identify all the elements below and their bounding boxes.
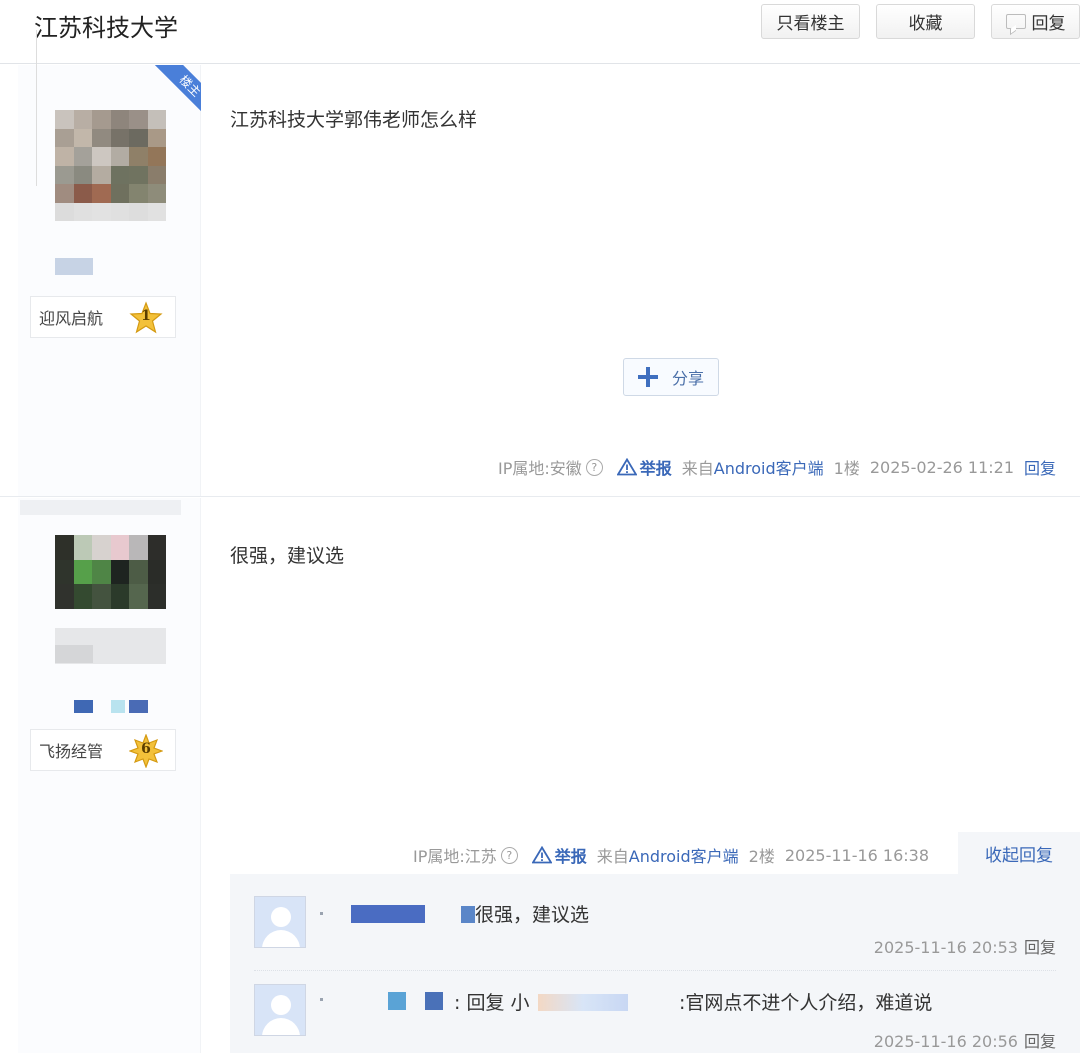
default-avatar-icon[interactable] — [254, 896, 306, 948]
blurred-username — [425, 992, 443, 1010]
sub-reply-time: 2025-11-16 20:56 — [873, 1032, 1018, 1051]
report-link[interactable]: 举报 — [531, 843, 587, 867]
sub-reply-link[interactable]: 回复 — [1024, 1032, 1056, 1051]
post-meta: IP属地:江苏 ? 举报 来自 Android客户端 2楼 2025-11-16… — [413, 843, 929, 867]
badge-name: 迎风启航 — [39, 309, 104, 328]
floor-number: 2楼 — [748, 847, 775, 866]
report-link[interactable]: 举报 — [616, 455, 672, 479]
badge-level: 6 — [141, 741, 151, 757]
post-time: 2025-11-16 16:38 — [784, 845, 930, 865]
owner-ribbon: 楼主 — [146, 65, 201, 120]
favorite-button[interactable]: 收藏 — [876, 4, 975, 39]
sub-reply-list: 很强，建议选 2025-11-16 20:53 回复 : 回复 小 :官网点不进个… — [230, 874, 1080, 1053]
reply-icon — [1005, 14, 1026, 29]
floor-reply-link[interactable]: 回复 — [1024, 455, 1056, 479]
sub-reply-time: 2025-11-16 20:53 — [873, 938, 1018, 957]
blurred-strip — [20, 500, 181, 515]
warning-icon — [616, 458, 637, 476]
blurred-username — [351, 905, 425, 923]
plus-icon — [637, 367, 658, 387]
sub-reply-link[interactable]: 回复 — [1024, 938, 1056, 957]
share-button[interactable]: 分享 — [623, 358, 719, 396]
floor-number: 1楼 — [833, 459, 860, 478]
blurred-username — [320, 912, 323, 915]
source-client-link[interactable]: Android客户端 — [629, 843, 739, 867]
member-badge[interactable]: 飞扬经管 6 — [30, 729, 176, 771]
blurred-tag — [129, 700, 148, 713]
post-content: 江苏科技大学郭伟老师怎么样 — [230, 109, 478, 131]
sub-reply-item: 很强，建议选 2025-11-16 20:53 回复 — [254, 896, 1056, 971]
source-prefix: 来自 — [596, 847, 629, 866]
blurred-username — [55, 258, 93, 275]
member-badge[interactable]: 迎风启航 1 — [30, 296, 176, 338]
sub-reply-item: : 回复 小 :官网点不进个人介绍，难道说 2025-11-16 20:56 回复 — [254, 984, 1056, 1053]
badge-name: 飞扬经管 — [39, 742, 104, 761]
share-label: 分享 — [671, 369, 704, 388]
blurred-username — [320, 998, 323, 1001]
sub-reply-text: :官网点不进个人介绍，难道说 — [679, 992, 933, 1014]
blurred-tag — [74, 700, 93, 713]
blurred-username — [388, 992, 406, 1010]
help-icon[interactable]: ? — [500, 846, 518, 864]
ip-location: IP属地:江苏 — [413, 847, 497, 866]
reply-button[interactable]: 回复 — [991, 4, 1080, 39]
sub-reply-meta: 2025-11-16 20:56 回复 — [874, 1028, 1056, 1052]
warning-icon — [531, 846, 552, 864]
help-icon[interactable]: ? — [585, 458, 603, 476]
blurred-username — [55, 645, 93, 663]
owner-tag: 楼主 — [154, 65, 201, 120]
author-avatar[interactable] — [55, 110, 166, 221]
source-client-link[interactable]: Android客户端 — [714, 455, 824, 479]
report-label: 举报 — [554, 847, 587, 866]
thread-page: 江苏科技大学 只看楼主 收藏 回复 楼主 迎风启航 1 江苏科技大学郭伟老师怎么… — [0, 0, 1080, 1053]
report-label: 举报 — [639, 459, 672, 478]
source-prefix: 来自 — [681, 459, 714, 478]
only-owner-button[interactable]: 只看楼主 — [761, 4, 860, 39]
author-avatar[interactable] — [55, 535, 166, 609]
reply-button-label: 回复 — [1031, 14, 1066, 34]
post-meta: IP属地:安徽 ? 举报 来自 Android客户端 1楼 2025-02-26… — [498, 455, 1056, 479]
sub-reply-prefix: : 回复 小 — [454, 992, 530, 1014]
blurred-username — [538, 994, 628, 1011]
sub-reply-meta: 2025-11-16 20:53 回复 — [874, 934, 1056, 958]
post-time: 2025-02-26 11:21 — [869, 457, 1015, 477]
badge-level: 1 — [141, 308, 151, 324]
sub-reply-text: 很强，建议选 — [475, 904, 590, 926]
collapse-replies-button[interactable]: 收起回复 — [958, 832, 1080, 874]
default-avatar-icon[interactable] — [254, 984, 306, 1036]
blurred-username — [461, 906, 475, 923]
blurred-tag — [111, 700, 125, 713]
ip-location: IP属地:安徽 — [498, 459, 582, 478]
post-content: 很强，建议选 — [230, 545, 345, 567]
